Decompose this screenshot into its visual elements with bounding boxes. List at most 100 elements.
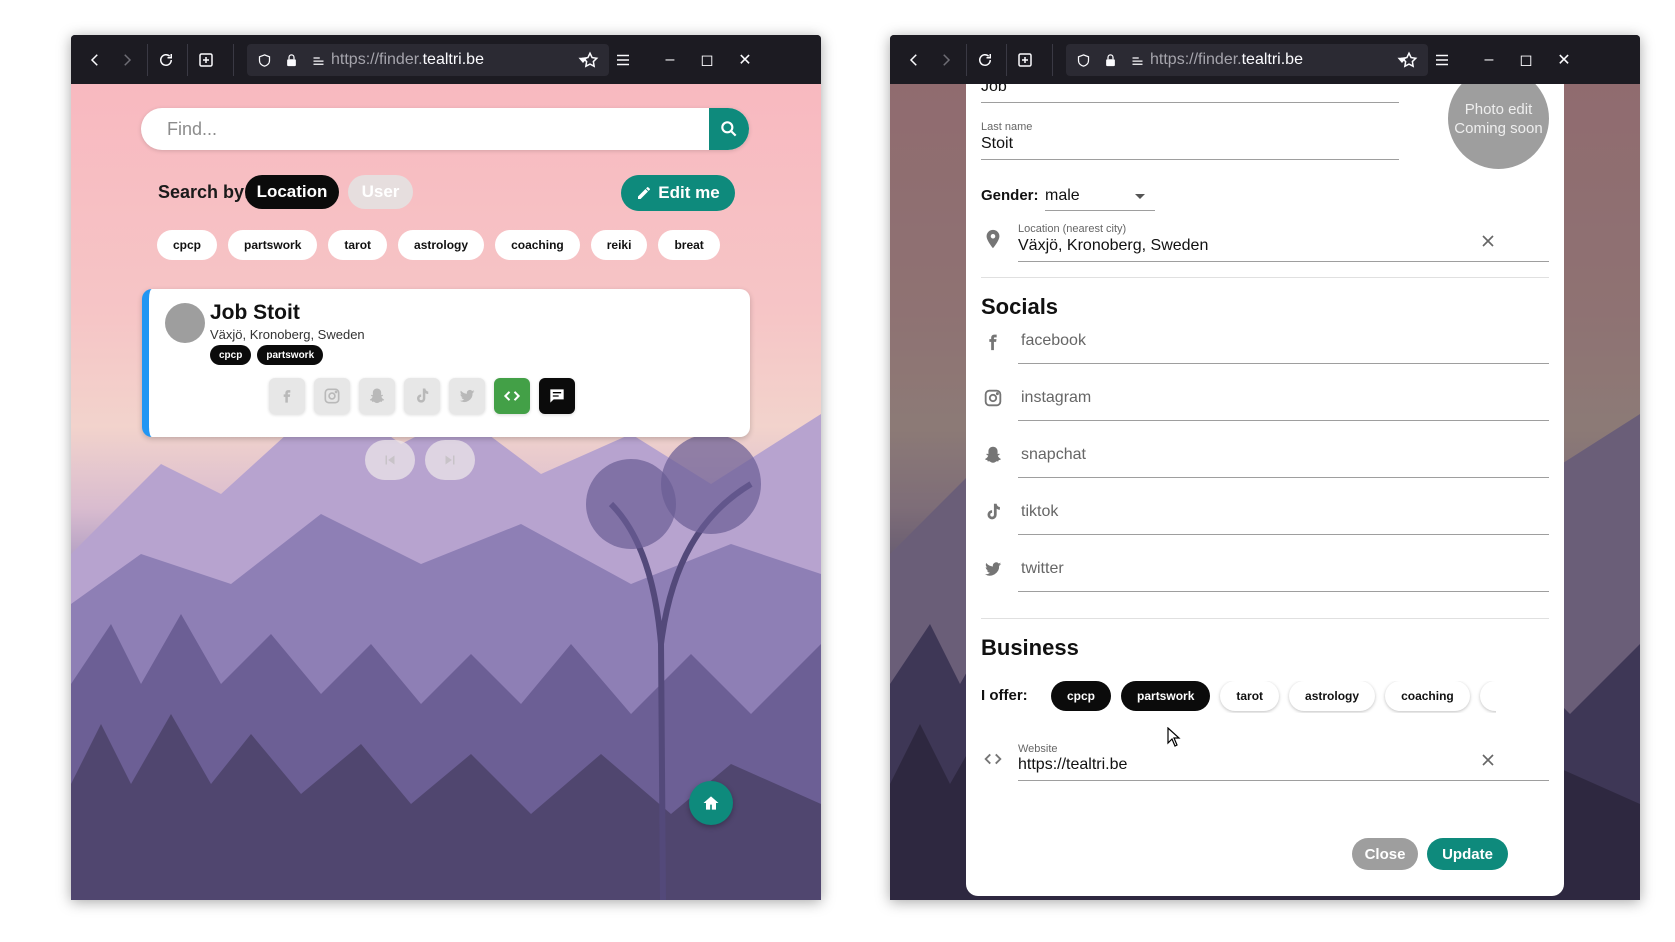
profile-tag: cpcp <box>210 345 252 365</box>
tag-reiki[interactable]: reiki <box>590 230 648 260</box>
maximize-icon[interactable]: ◻ <box>695 48 719 72</box>
profile-card[interactable]: Job Stoit Växjö, Kronoberg, Sweden cpcp … <box>142 289 750 437</box>
home-button[interactable] <box>689 781 733 825</box>
skip-next-icon <box>445 455 455 465</box>
twitter-icon <box>981 557 1005 581</box>
url-text: https://finder.tealtri.be <box>331 51 484 68</box>
last-name-field[interactable]: Stoit <box>981 135 1013 153</box>
facebook-field[interactable]: facebook <box>1021 332 1086 350</box>
gender-select[interactable]: male <box>1045 181 1155 211</box>
tag-partswork[interactable]: partswork <box>228 230 318 260</box>
snapchat-icon <box>981 443 1005 467</box>
forward-icon[interactable] <box>112 45 142 75</box>
tiktok-icon[interactable] <box>404 378 440 414</box>
close-window-icon[interactable]: ✕ <box>1552 48 1576 72</box>
twitter-field[interactable]: twitter <box>1021 560 1064 578</box>
edit-profile-dialog: Job Last name Stoit Photo edit Coming so… <box>966 84 1564 896</box>
tiktok-icon <box>981 500 1005 524</box>
edit-me-label: Edit me <box>658 183 720 202</box>
last-name-label: Last name <box>981 121 1033 133</box>
search-input[interactable] <box>141 108 709 150</box>
offer-tag-astrology[interactable]: astrology <box>1289 681 1376 711</box>
back-icon[interactable] <box>80 45 110 75</box>
search-button[interactable] <box>709 108 749 150</box>
update-button[interactable]: Update <box>1427 838 1508 870</box>
url-bar[interactable]: https://finder.tealtri.be <box>1066 44 1428 76</box>
location-label: Location (nearest city) <box>1018 223 1127 235</box>
offer-tag-re[interactable]: re <box>1479 681 1496 711</box>
close-button[interactable]: Close <box>1352 838 1418 870</box>
page-viewport: Job Last name Stoit Photo edit Coming so… <box>890 84 1640 900</box>
search-bar <box>141 108 749 150</box>
tag-cpcp[interactable]: cpcp <box>157 230 218 260</box>
tag-tarot[interactable]: tarot <box>328 230 388 260</box>
offer-tag-coaching[interactable]: coaching <box>1385 681 1470 711</box>
instagram-icon <box>981 386 1005 410</box>
clear-website-icon[interactable] <box>1478 750 1498 770</box>
instagram-icon[interactable] <box>314 378 350 414</box>
avatar <box>165 303 205 343</box>
permissions-icon[interactable] <box>311 53 326 68</box>
instagram-field[interactable]: instagram <box>1021 389 1091 407</box>
snapchat-field[interactable]: snapchat <box>1021 446 1086 464</box>
website-field[interactable]: https://tealtri.be <box>1018 756 1127 774</box>
tiktok-field[interactable]: tiktok <box>1021 503 1058 521</box>
category-tags: cpcp partswork tarot astrology coaching reiki… <box>157 230 742 262</box>
minimize-icon[interactable]: – <box>1477 48 1501 72</box>
offer-tag-tarot[interactable]: tarot <box>1220 681 1280 711</box>
chevron-down-icon <box>1135 194 1145 199</box>
back-icon[interactable] <box>899 45 929 75</box>
first-name-field[interactable]: Job <box>981 84 1007 96</box>
search-by-user-button[interactable]: User <box>348 175 413 209</box>
profile-name: Job Stoit <box>210 301 300 324</box>
tag-coaching[interactable]: coaching <box>495 230 580 260</box>
clear-location-icon[interactable] <box>1478 231 1498 251</box>
i-offer-label: I offer: <box>981 687 1028 704</box>
browser-window-left: https://finder.tealtri.be – ◻ ✕ Search b… <box>71 35 821 900</box>
snapchat-icon[interactable] <box>359 378 395 414</box>
code-icon[interactable] <box>494 378 530 414</box>
tag-astrology[interactable]: astrology <box>398 230 485 260</box>
socials-heading: Socials <box>981 294 1059 319</box>
list-all-tabs-icon[interactable] <box>568 45 598 75</box>
gender-label: Gender: <box>981 187 1039 204</box>
menu-icon[interactable] <box>608 45 638 75</box>
location-pin-icon <box>981 227 1005 251</box>
menu-icon[interactable] <box>1427 45 1457 75</box>
search-by-location-button[interactable]: Location <box>245 175 339 209</box>
forward-icon[interactable] <box>931 45 961 75</box>
browser-window-right: https://finder.tealtri.be – ◻ ✕ Job Last… <box>890 35 1640 900</box>
chat-icon[interactable] <box>539 378 575 414</box>
new-tab-icon[interactable] <box>1010 45 1040 75</box>
lock-icon <box>287 53 296 66</box>
mouse-cursor-icon <box>1167 727 1181 747</box>
lock-icon <box>1106 53 1115 66</box>
previous-page-button[interactable] <box>365 440 415 480</box>
offer-tag-cpcp[interactable]: cpcp <box>1051 681 1112 711</box>
tag-breat[interactable]: breat <box>658 230 720 260</box>
permissions-icon[interactable] <box>1130 53 1145 68</box>
social-links <box>269 378 575 414</box>
reload-icon[interactable] <box>151 45 181 75</box>
offer-tags: cpcp partswork tarot astrology coaching re <box>1051 681 1496 713</box>
maximize-icon[interactable]: ◻ <box>1514 48 1538 72</box>
business-heading: Business <box>981 635 1079 660</box>
location-field[interactable]: Växjö, Kronoberg, Sweden <box>1018 237 1208 255</box>
shield-icon <box>1077 53 1090 67</box>
new-tab-icon[interactable] <box>191 45 221 75</box>
edit-me-button[interactable]: Edit me <box>621 175 735 211</box>
reload-icon[interactable] <box>970 45 1000 75</box>
twitter-icon[interactable] <box>449 378 485 414</box>
next-page-button[interactable] <box>425 440 475 480</box>
home-icon <box>703 796 719 810</box>
minimize-icon[interactable]: – <box>658 48 682 72</box>
facebook-icon[interactable] <box>269 378 305 414</box>
photo-edit-placeholder: Photo edit Coming soon <box>1448 84 1549 169</box>
code-icon <box>981 747 1005 771</box>
url-bar[interactable]: https://finder.tealtri.be <box>247 44 609 76</box>
close-window-icon[interactable]: ✕ <box>733 48 757 72</box>
gender-value: male <box>1045 187 1080 204</box>
offer-tag-partswork[interactable]: partswork <box>1121 681 1211 711</box>
profile-tag: partswork <box>257 345 324 365</box>
list-all-tabs-icon[interactable] <box>1387 45 1417 75</box>
